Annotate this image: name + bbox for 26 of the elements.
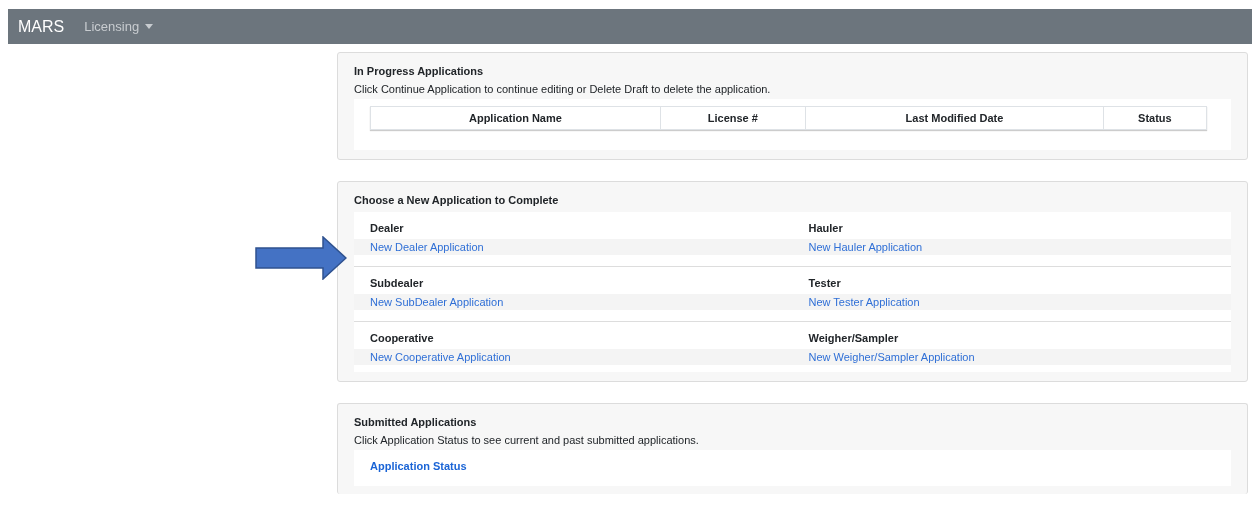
- panel-title: Choose a New Application to Complete: [354, 194, 560, 206]
- column-header: Last Modified Date: [805, 106, 1104, 130]
- license-type-heading: Tester: [807, 277, 842, 291]
- new-application-link[interactable]: New Cooperative Application: [370, 351, 511, 363]
- arrow-icon: [255, 236, 347, 280]
- licensing-menu[interactable]: Licensing: [84, 19, 154, 34]
- license-type-heading: Hauler: [807, 222, 844, 236]
- brand-logo[interactable]: MARS: [18, 17, 65, 36]
- license-type-heading: Weigher/Sampler: [807, 332, 900, 346]
- column-header: Status: [1103, 106, 1207, 130]
- license-type-heading: Dealer: [369, 222, 405, 236]
- license-type-heading: Subdealer: [369, 277, 425, 291]
- panel-description: Click Continue Application to continue editing or Delete Draft to delete the application.: [354, 83, 772, 95]
- new-application-link[interactable]: New Tester Application: [808, 296, 920, 308]
- panel-title: In Progress Applications: [354, 65, 485, 77]
- panel-description: Click Application Status to see current and past submitted applications.: [354, 434, 700, 446]
- new-application-link[interactable]: New Dealer Application: [370, 241, 484, 253]
- column-header: License #: [660, 106, 806, 130]
- license-type-heading: Cooperative: [369, 332, 435, 346]
- column-header: Application Name: [370, 106, 661, 130]
- caret-icon: [145, 24, 154, 29]
- new-application-link[interactable]: New Hauler Application: [808, 241, 923, 253]
- application-status-link[interactable]: Application Status: [370, 460, 467, 472]
- new-application-link[interactable]: New Weigher/Sampler Application: [808, 351, 975, 363]
- new-application-link[interactable]: New SubDealer Application: [370, 296, 504, 308]
- panel-title: Submitted Applications: [354, 416, 478, 428]
